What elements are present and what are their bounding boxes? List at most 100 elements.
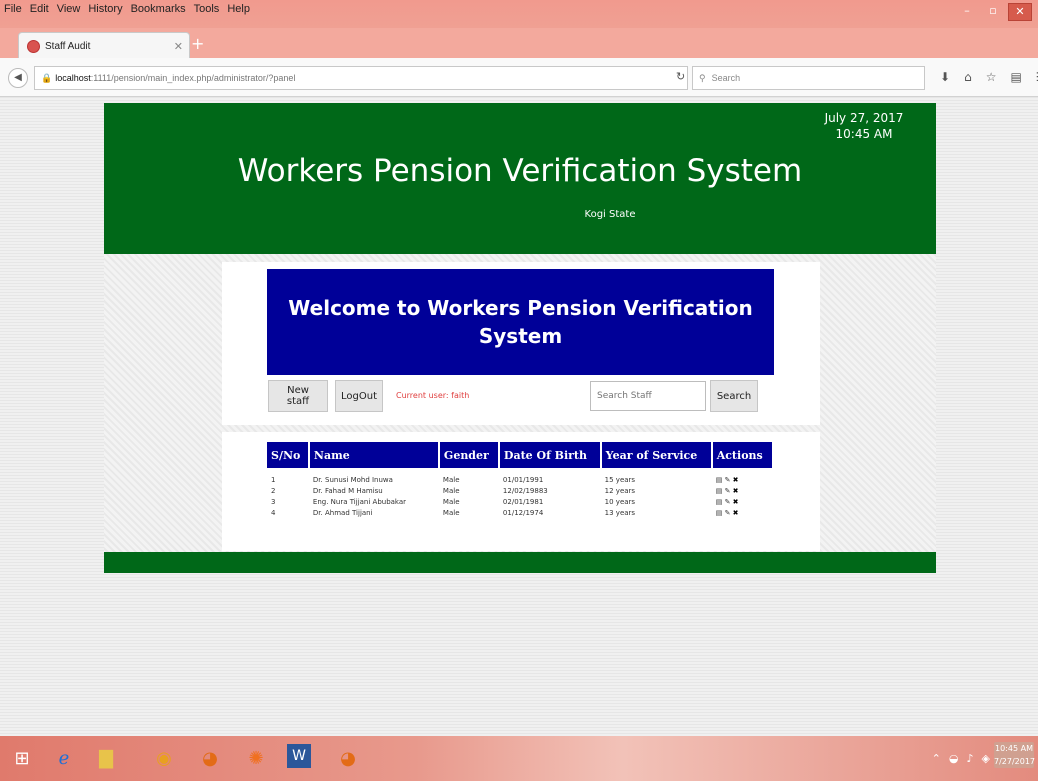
view-icon[interactable]: ▤ — [716, 498, 723, 506]
menu-edit[interactable]: Edit — [30, 3, 49, 15]
home-icon[interactable]: ⌂ — [964, 70, 972, 84]
library-icon[interactable]: ▤ — [1010, 70, 1021, 84]
edit-icon[interactable]: ✎ — [725, 476, 731, 484]
chrome-icon[interactable]: ◉ — [150, 744, 178, 772]
cell-sno: 4 — [271, 508, 276, 517]
browser-search-field[interactable]: ⚲ Search — [692, 66, 925, 90]
back-icon[interactable]: ◀ — [8, 68, 28, 88]
browser-menubar: File Edit View History Bookmarks Tools H… — [0, 0, 1038, 28]
url-host: localhost — [55, 73, 91, 83]
current-time: 10:45 AM — [835, 127, 893, 141]
search-icon: ⚲ — [699, 72, 706, 83]
cell-service: 15 years — [604, 475, 636, 484]
menu-help[interactable]: Help — [227, 3, 250, 15]
media-player-icon[interactable]: ✺ — [242, 744, 270, 772]
delete-icon[interactable]: ✖ — [733, 476, 739, 484]
delete-icon[interactable]: ✖ — [733, 487, 739, 495]
cell-name: Eng. Nura Tijjani Abubakar — [312, 497, 407, 506]
table-row: 2 Dr. Fahad M Hamisu Male 12/02/19883 12… — [267, 485, 773, 496]
download-icon[interactable]: ⬇ — [940, 70, 950, 84]
edit-icon[interactable]: ✎ — [725, 509, 731, 517]
reload-icon[interactable]: ↻ — [676, 70, 685, 83]
col-dob: Date Of Birth — [498, 442, 602, 468]
cell-service: 12 years — [604, 486, 636, 495]
network-icon[interactable]: ◒ — [949, 752, 959, 765]
tab-bar: Staff Audit ✕ + — [0, 28, 1038, 59]
tray-chevron-icon[interactable]: ⌃ — [932, 752, 941, 765]
cell-dob: 02/01/1981 — [502, 497, 544, 506]
col-gender: Gender — [438, 442, 500, 468]
clock-date: 7/27/2017 — [994, 757, 1036, 766]
cell-dob: 12/02/19883 — [502, 486, 548, 495]
col-sno: S/No — [267, 442, 310, 468]
cell-gender: Male — [442, 497, 460, 506]
cell-actions: ▤ ✎ ✖ — [712, 485, 773, 496]
datetime: July 27, 2017 10:45 AM — [804, 110, 924, 142]
view-icon[interactable]: ▤ — [716, 487, 723, 495]
maximize-button[interactable]: ▫ — [982, 3, 1004, 19]
current-user-label: Current user: faith — [396, 391, 470, 400]
taskbar: ⊞ ℯ ▇ ◉ ◕ ✺ W ◕ ⌃ ◒ ♪ ◈ 10:45 AM 7/27/20… — [0, 736, 1038, 781]
close-window-button[interactable]: ✕ — [1008, 3, 1032, 21]
new-tab-icon[interactable]: + — [191, 36, 204, 52]
edit-icon[interactable]: ✎ — [725, 498, 731, 506]
url-path: :1111/pension/main_index.php/administrat… — [90, 73, 296, 83]
search-staff-input[interactable] — [590, 381, 706, 411]
cell-sno: 2 — [271, 486, 276, 495]
toolbar-icons: ⬇ ⌂ ☆ ▤ ☰ — [940, 70, 1038, 84]
cell-dob: 01/12/1974 — [502, 508, 544, 517]
url-bar[interactable]: 🔒 localhost :1111/pension/main_index.php… — [34, 66, 688, 90]
close-tab-icon[interactable]: ✕ — [174, 40, 183, 53]
minimize-button[interactable]: – — [956, 3, 978, 19]
word-icon[interactable]: W — [287, 744, 311, 768]
firefox-active-icon[interactable]: ◕ — [334, 744, 362, 772]
site-title: Workers Pension Verification System — [237, 153, 803, 189]
delete-icon[interactable]: ✖ — [733, 509, 739, 517]
cell-service: 13 years — [604, 508, 636, 517]
cell-name: Dr. Sunusi Mohd Inuwa — [312, 475, 393, 484]
welcome-banner: Welcome to Workers Pension Verification … — [267, 269, 774, 375]
clock-time: 10:45 AM — [995, 744, 1033, 753]
menu-file[interactable]: File — [4, 3, 22, 15]
table-row: 4 Dr. Ahmad Tijjani Male 01/12/1974 13 y… — [267, 507, 773, 518]
cell-actions: ▤ ✎ ✖ — [712, 496, 773, 507]
menu-items: File Edit View History Bookmarks Tools H… — [4, 3, 250, 15]
new-staff-button[interactable]: New staff — [268, 380, 328, 412]
cell-sno: 1 — [271, 475, 276, 484]
site-subtitle: Kogi State — [584, 209, 636, 220]
delete-icon[interactable]: ✖ — [733, 498, 739, 506]
view-icon[interactable]: ▤ — [716, 476, 723, 484]
navigation-bar: ◀ 🔒 localhost :1111/pension/main_index.p… — [0, 58, 1038, 97]
menu-view[interactable]: View — [57, 3, 81, 15]
table-row: 3 Eng. Nura Tijjani Abubakar Male 02/01/… — [267, 496, 773, 507]
view-icon[interactable]: ▤ — [716, 509, 723, 517]
edit-icon[interactable]: ✎ — [725, 487, 731, 495]
tab-staff-audit[interactable]: Staff Audit ✕ — [18, 32, 190, 59]
col-name: Name — [308, 442, 440, 468]
notification-icon[interactable]: ◈ — [982, 752, 990, 765]
menu-bookmarks[interactable]: Bookmarks — [131, 3, 186, 15]
staff-table: S/No Name Gender Date Of Birth Year of S… — [267, 442, 775, 518]
table-row: 1 Dr. Sunusi Mohd Inuwa Male 01/01/1991 … — [267, 474, 773, 485]
cell-sno: 3 — [271, 497, 276, 506]
site-footer — [104, 552, 936, 573]
firefox-icon[interactable]: ◕ — [196, 744, 224, 772]
internet-explorer-icon[interactable]: ℯ — [50, 744, 78, 772]
system-tray: ⌃ ◒ ♪ ◈ — [932, 752, 990, 765]
menu-history[interactable]: History — [88, 3, 122, 15]
cell-gender: Male — [442, 486, 460, 495]
logout-button[interactable]: LogOut — [335, 380, 383, 412]
col-service: Year of Service — [600, 442, 713, 468]
tab-title: Staff Audit — [45, 40, 91, 52]
file-explorer-icon[interactable]: ▇ — [92, 744, 120, 772]
table-header-row: S/No Name Gender Date Of Birth Year of S… — [267, 442, 775, 468]
menu-tools[interactable]: Tools — [194, 3, 220, 15]
bookmark-star-icon[interactable]: ☆ — [986, 70, 997, 84]
search-button[interactable]: Search — [710, 380, 758, 412]
windows-start-icon[interactable]: ⊞ — [8, 744, 36, 772]
volume-icon[interactable]: ♪ — [967, 752, 974, 765]
system-clock[interactable]: 10:45 AM 7/27/2017 — [994, 742, 1036, 768]
cell-actions: ▤ ✎ ✖ — [712, 507, 773, 518]
current-date: July 27, 2017 — [824, 111, 904, 125]
cell-name: Dr. Fahad M Hamisu — [312, 486, 383, 495]
